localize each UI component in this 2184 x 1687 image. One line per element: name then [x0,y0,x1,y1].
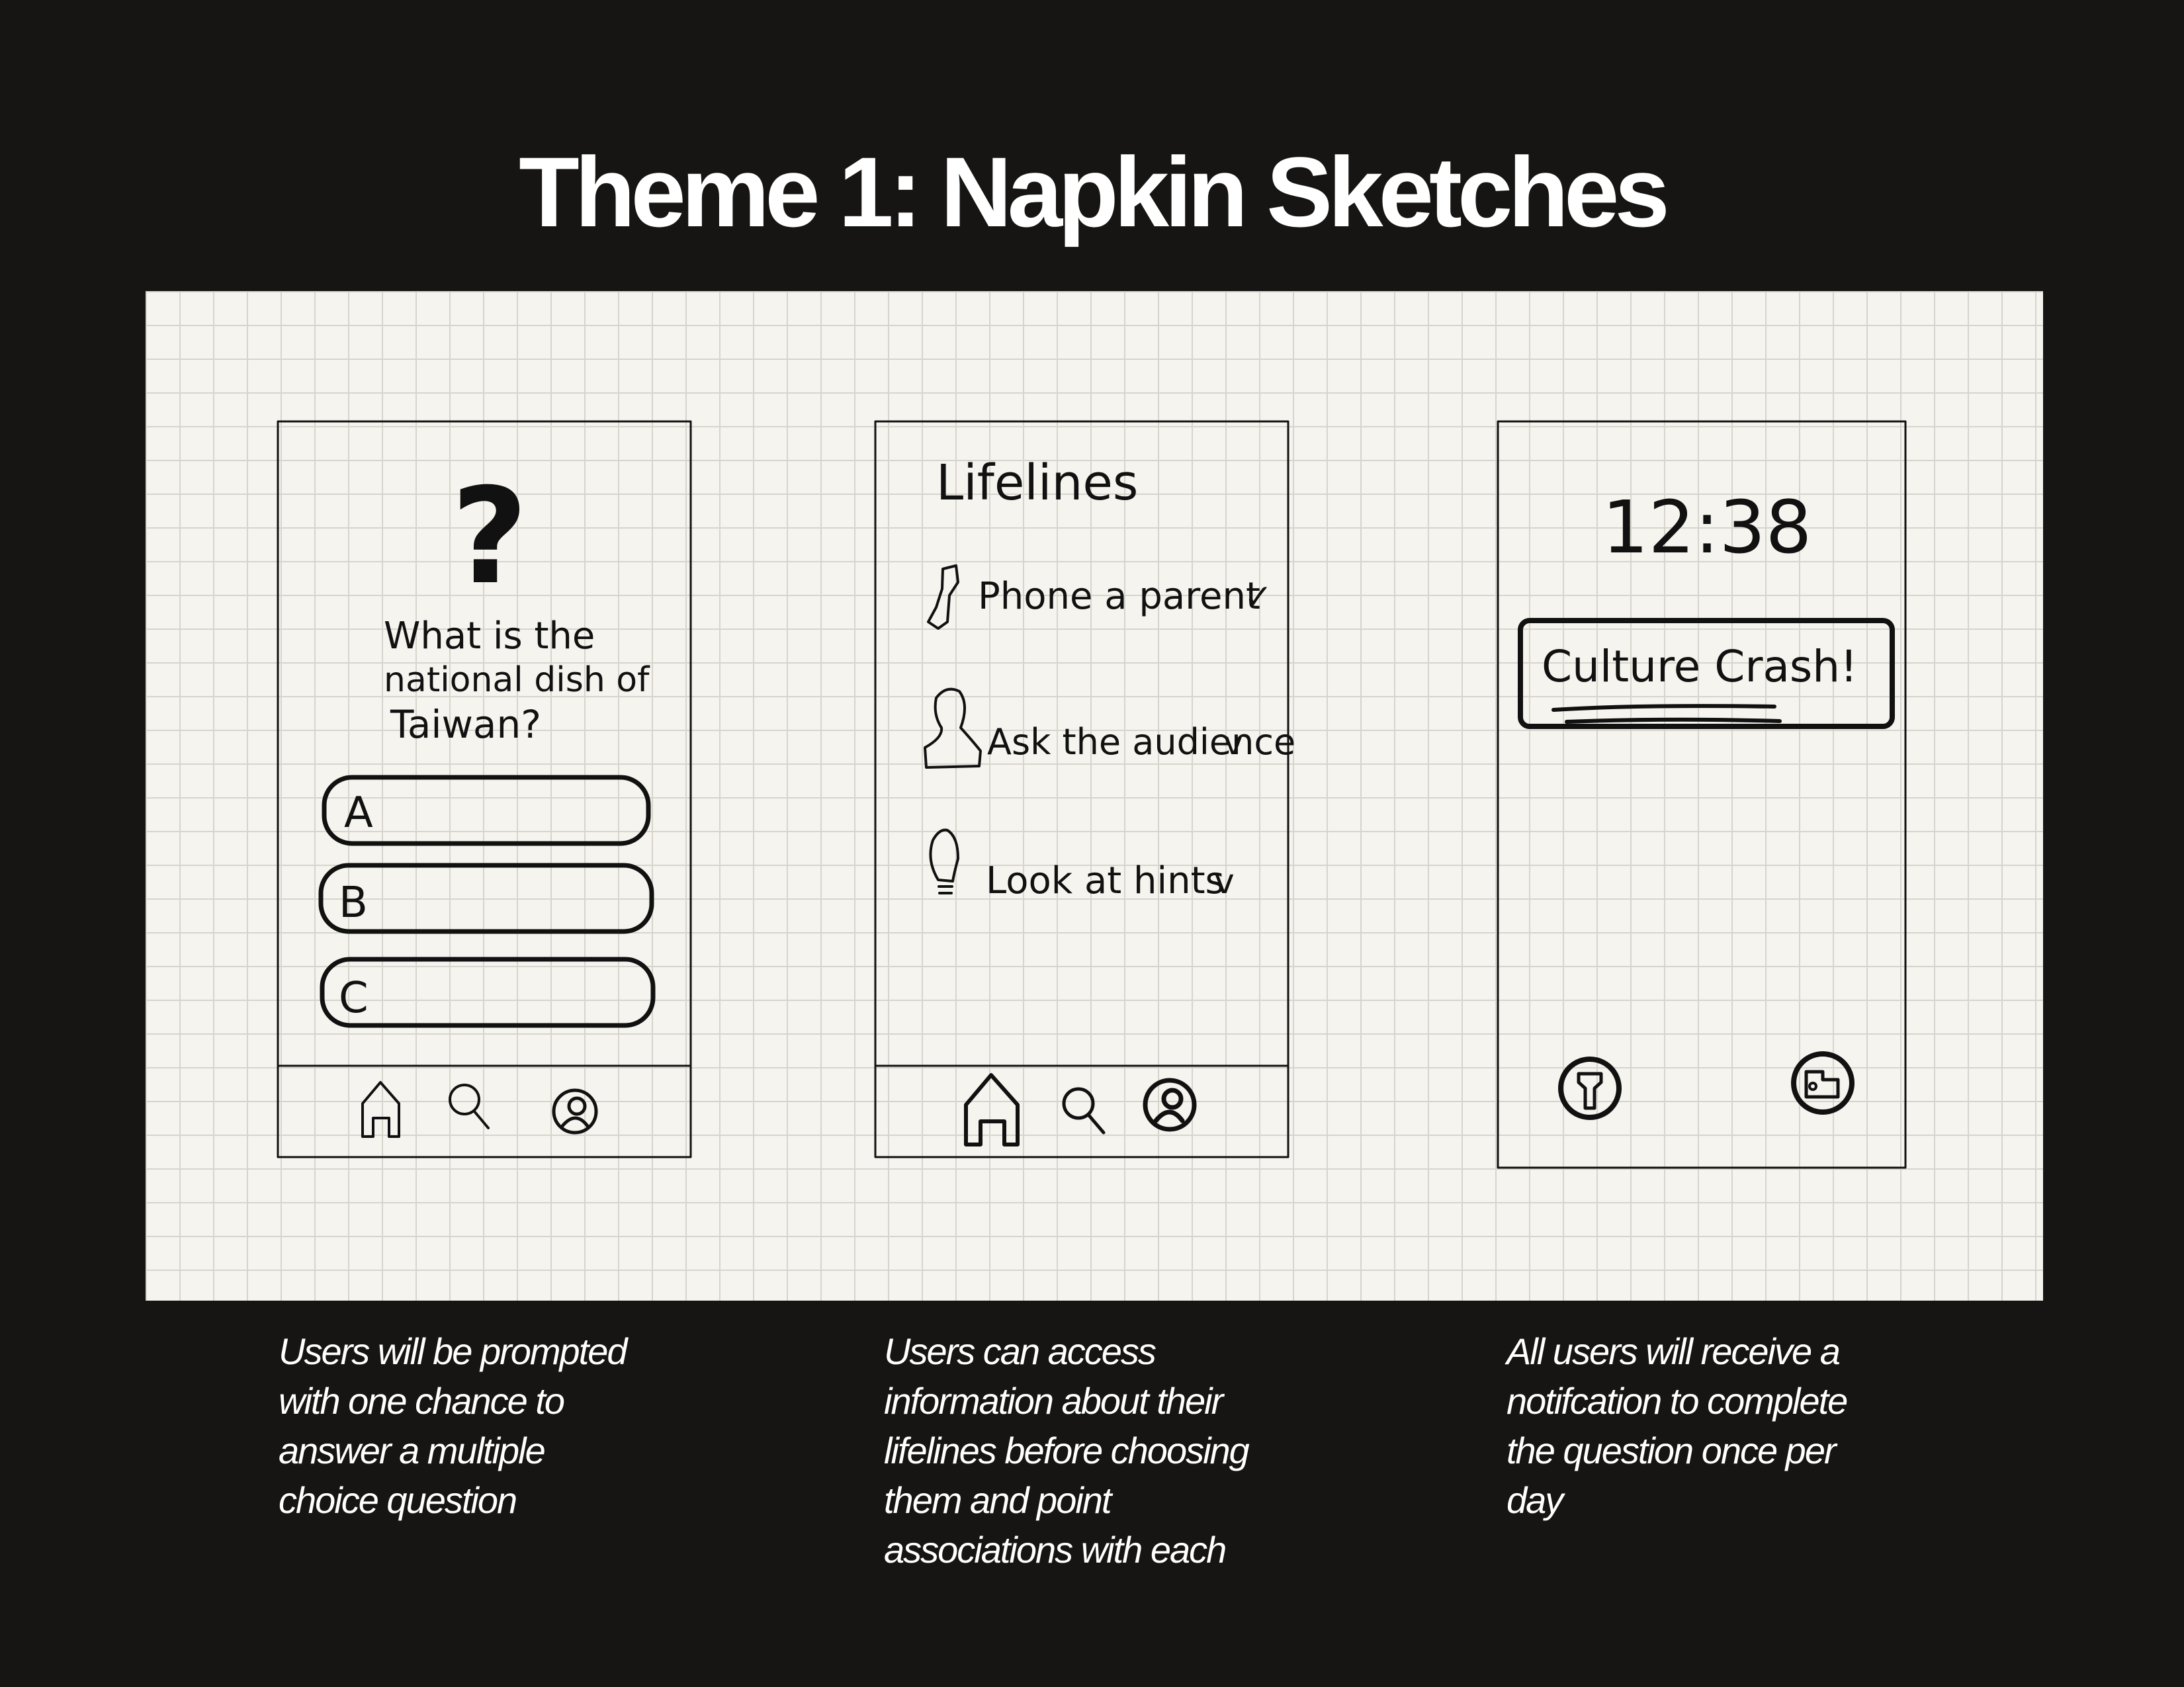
lifeline-phone-check: ✓ [1244,578,1273,617]
caption-lifelines-screen: Users can access information about their… [884,1326,1250,1575]
lifeline-audience-check: v [1224,725,1243,762]
search-icon[interactable] [449,1084,490,1129]
grid-paper: ? What is the national dish of Taiwan? A… [146,291,2043,1301]
answer-option-a-label: A [344,789,373,838]
lifeline-phone[interactable]: Phone a parent ✓ [927,564,1273,630]
lightbulb-icon [929,828,959,894]
caption-line: Users will be prompted [279,1330,628,1372]
caption-line: day [1507,1479,1563,1521]
sketch-question-screen: ? What is the national dish of Taiwan? A… [277,420,692,1158]
caption-line: answer a multiple [279,1430,546,1471]
question-mark: ? [451,460,528,614]
lifeline-phone-label: Phone a parent [978,575,1260,618]
caption-line: information about their [884,1380,1223,1422]
caption-line: choice question [279,1479,517,1521]
caption-line: Users can access [884,1330,1157,1372]
caption-line: notifcation to complete [1507,1380,1848,1422]
answer-option-b[interactable]: B [318,863,654,934]
lifeline-hints-check: v [1214,862,1235,902]
caption-line: them and point [884,1479,1112,1521]
camera-icon[interactable] [1791,1051,1855,1115]
search-icon[interactable] [1062,1087,1106,1135]
lock-screen-time: 12:38 [1602,485,1812,570]
caption-line: the question once per [1507,1430,1837,1471]
page-title: Theme 1: Napkin Sketches [519,136,1670,247]
sketch-notification-screen: 12:38 Culture Crash! [1497,420,1907,1169]
home-icon[interactable] [361,1081,400,1138]
lifeline-audience-label: Ask the audience [987,721,1295,763]
question-line-3: Taiwan? [390,702,541,747]
question-line-2: national dish of [384,660,650,700]
lifelines-heading: Lifelines [936,454,1138,511]
caption-question-screen: Users will be prompted with one chance t… [279,1326,628,1525]
answer-option-c-label: C [339,974,369,1023]
answer-option-a[interactable]: A [322,775,651,846]
lifeline-hints-label: Look at hints [986,859,1225,902]
home-icon[interactable] [964,1073,1020,1146]
caption-line: with one chance to [279,1380,565,1422]
notification-text-line [1551,704,1776,712]
profile-icon[interactable] [552,1088,598,1135]
notification-card[interactable]: Culture Crash! [1518,618,1895,729]
caption-line: All users will receive a [1507,1330,1841,1372]
profile-icon[interactable] [1143,1078,1197,1132]
caption-notification-screen: All users will receive a notifcation to … [1507,1326,1848,1525]
lifeline-audience[interactable]: Ask the audience v [924,687,1295,769]
sketch-lifelines-screen: Lifelines Phone a parent ✓ Ask the audie… [874,420,1295,1158]
notification-title: Culture Crash! [1542,641,1858,692]
flashlight-icon[interactable] [1558,1057,1622,1120]
phone-icon [927,564,959,630]
answer-option-c[interactable]: C [320,957,656,1028]
phone-frame [874,420,1289,1158]
person-icon [924,687,982,769]
lifeline-hints[interactable]: Look at hints v [929,828,1235,902]
caption-line: lifelines before choosing [884,1430,1250,1471]
answer-option-b-label: B [339,879,368,928]
caption-line: associations with each [884,1529,1227,1571]
question-line-1: What is the [384,615,595,658]
notification-text-line [1565,717,1782,724]
